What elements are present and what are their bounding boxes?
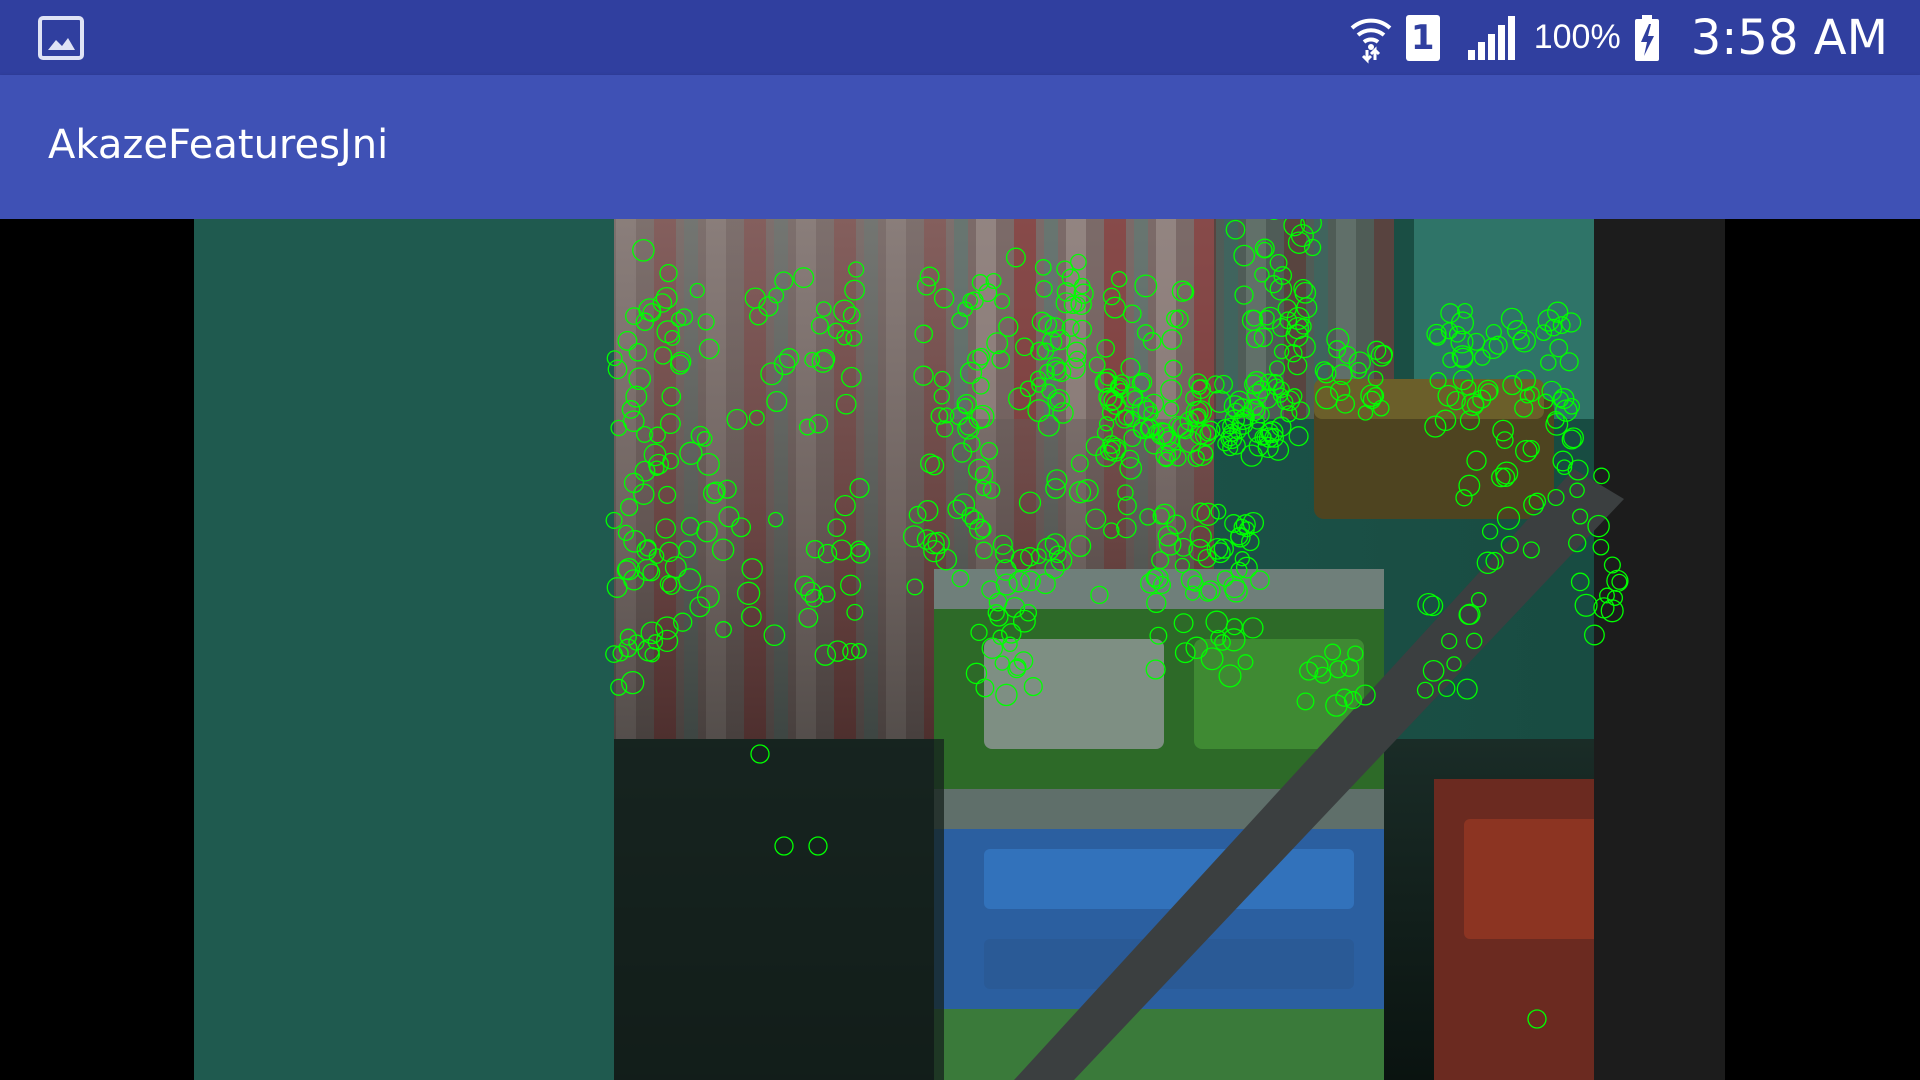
clock: 3:58 AM xyxy=(1690,9,1888,66)
sim-label: 1 xyxy=(1405,14,1440,61)
cell-signal-icon xyxy=(1466,12,1516,64)
camera-preview[interactable] xyxy=(0,219,1920,1080)
camera-frame-image xyxy=(194,219,1725,1080)
battery-charging-icon xyxy=(1633,12,1661,64)
app-bar: AkazeFeaturesJni xyxy=(0,75,1920,219)
image-notification-icon xyxy=(38,16,84,60)
app-title: AkazeFeaturesJni xyxy=(48,122,389,168)
sim-card-icon: 1 xyxy=(1405,12,1440,64)
battery-percent: 100% xyxy=(1533,18,1621,56)
status-bar: 1 100% 3:58 AM xyxy=(0,0,1920,75)
wifi-data-icon xyxy=(1348,12,1394,64)
